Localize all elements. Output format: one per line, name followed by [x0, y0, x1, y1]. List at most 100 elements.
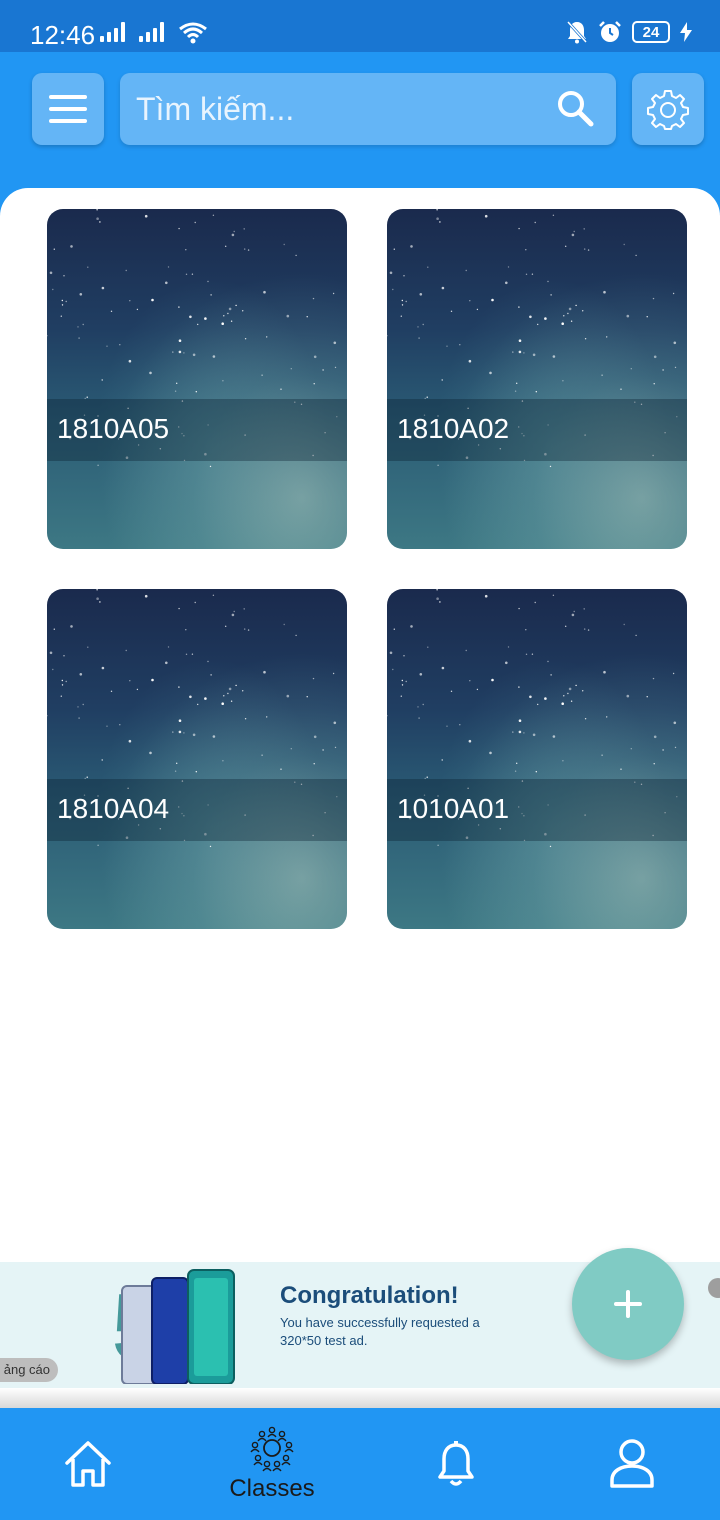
star: [518, 227, 520, 230]
add-class-button[interactable]: [572, 1248, 684, 1360]
star: [441, 286, 445, 290]
star: [547, 660, 549, 663]
star: [227, 692, 229, 695]
status-bar: 12:46 24: [0, 0, 720, 52]
nav-classes[interactable]: Classes: [212, 1408, 332, 1520]
star: [662, 369, 664, 371]
star: [437, 844, 439, 846]
class-card[interactable]: 1810A04: [47, 589, 347, 929]
ad-phones-image: 5G: [112, 1269, 240, 1384]
star: [387, 335, 388, 337]
star: [568, 307, 572, 311]
star: [165, 661, 168, 665]
star: [192, 353, 196, 357]
star: [332, 672, 335, 675]
star: [575, 304, 577, 307]
star: [65, 680, 67, 683]
star: [623, 623, 625, 626]
user-icon: [610, 1439, 654, 1488]
star: [306, 696, 308, 698]
divider: [0, 1388, 720, 1408]
star: [178, 339, 182, 342]
star: [63, 275, 65, 277]
star: [544, 697, 547, 700]
plus-icon: [614, 1290, 642, 1318]
star: [567, 312, 569, 315]
star: [392, 288, 394, 291]
nav-profile[interactable]: [602, 1408, 662, 1520]
charging-icon: [680, 22, 692, 42]
class-name: 1010A01: [397, 793, 510, 824]
class-card[interactable]: 1810A05: [47, 209, 347, 549]
star: [518, 686, 520, 688]
star: [97, 844, 99, 846]
star: [518, 350, 522, 354]
star: [583, 608, 585, 610]
star: [60, 695, 62, 697]
star: [306, 316, 308, 318]
star: [441, 379, 443, 381]
class-card[interactable]: 1010A01: [387, 589, 687, 929]
star: [512, 731, 514, 733]
star: [212, 594, 215, 596]
star: [584, 338, 587, 340]
star: [489, 371, 492, 375]
star: [436, 217, 439, 220]
star: [673, 721, 677, 725]
star: [535, 391, 537, 393]
star: [441, 666, 445, 670]
search-icon[interactable]: [556, 89, 596, 129]
nav-home[interactable]: [58, 1408, 118, 1520]
class-name: 1810A02: [397, 413, 510, 444]
star: [537, 323, 539, 326]
star: [49, 271, 53, 275]
star: [410, 625, 413, 628]
search-input[interactable]: [136, 73, 536, 145]
star: [418, 717, 420, 719]
star: [417, 326, 419, 328]
star: [228, 307, 232, 311]
star: [437, 464, 439, 466]
star: [439, 221, 441, 223]
star: [547, 280, 549, 283]
star: [189, 695, 192, 699]
star: [537, 703, 539, 706]
star: [516, 762, 518, 764]
star: [601, 754, 603, 756]
class-card[interactable]: 1810A02: [387, 209, 687, 549]
star: [96, 209, 98, 211]
star: [53, 248, 55, 250]
star: [185, 249, 187, 251]
star: [290, 748, 292, 750]
star: [544, 317, 547, 320]
nav-notifications[interactable]: [426, 1408, 486, 1520]
settings-button[interactable]: [632, 73, 704, 145]
star: [575, 684, 577, 687]
star: [110, 690, 113, 692]
star: [516, 382, 518, 384]
star: [290, 368, 292, 370]
star: [223, 695, 225, 697]
star: [99, 601, 101, 603]
class-name: 1810A04: [57, 793, 170, 824]
star: [87, 646, 89, 648]
menu-button[interactable]: [32, 73, 104, 145]
signal-icon: [139, 22, 164, 42]
star: [144, 214, 148, 218]
ad-close-icon[interactable]: [708, 1278, 720, 1298]
bell-off-icon: [566, 20, 588, 44]
star: [549, 845, 552, 848]
star: [401, 304, 404, 306]
star: [312, 677, 315, 680]
class-name: 1810A05: [57, 413, 170, 444]
star: [82, 703, 84, 706]
star: [70, 625, 73, 628]
star: [393, 248, 395, 250]
star: [101, 666, 105, 670]
star: [322, 749, 324, 751]
star: [529, 695, 532, 699]
star: [222, 380, 224, 382]
starfield-image: [387, 209, 678, 468]
star: [243, 228, 245, 230]
star: [630, 368, 632, 370]
